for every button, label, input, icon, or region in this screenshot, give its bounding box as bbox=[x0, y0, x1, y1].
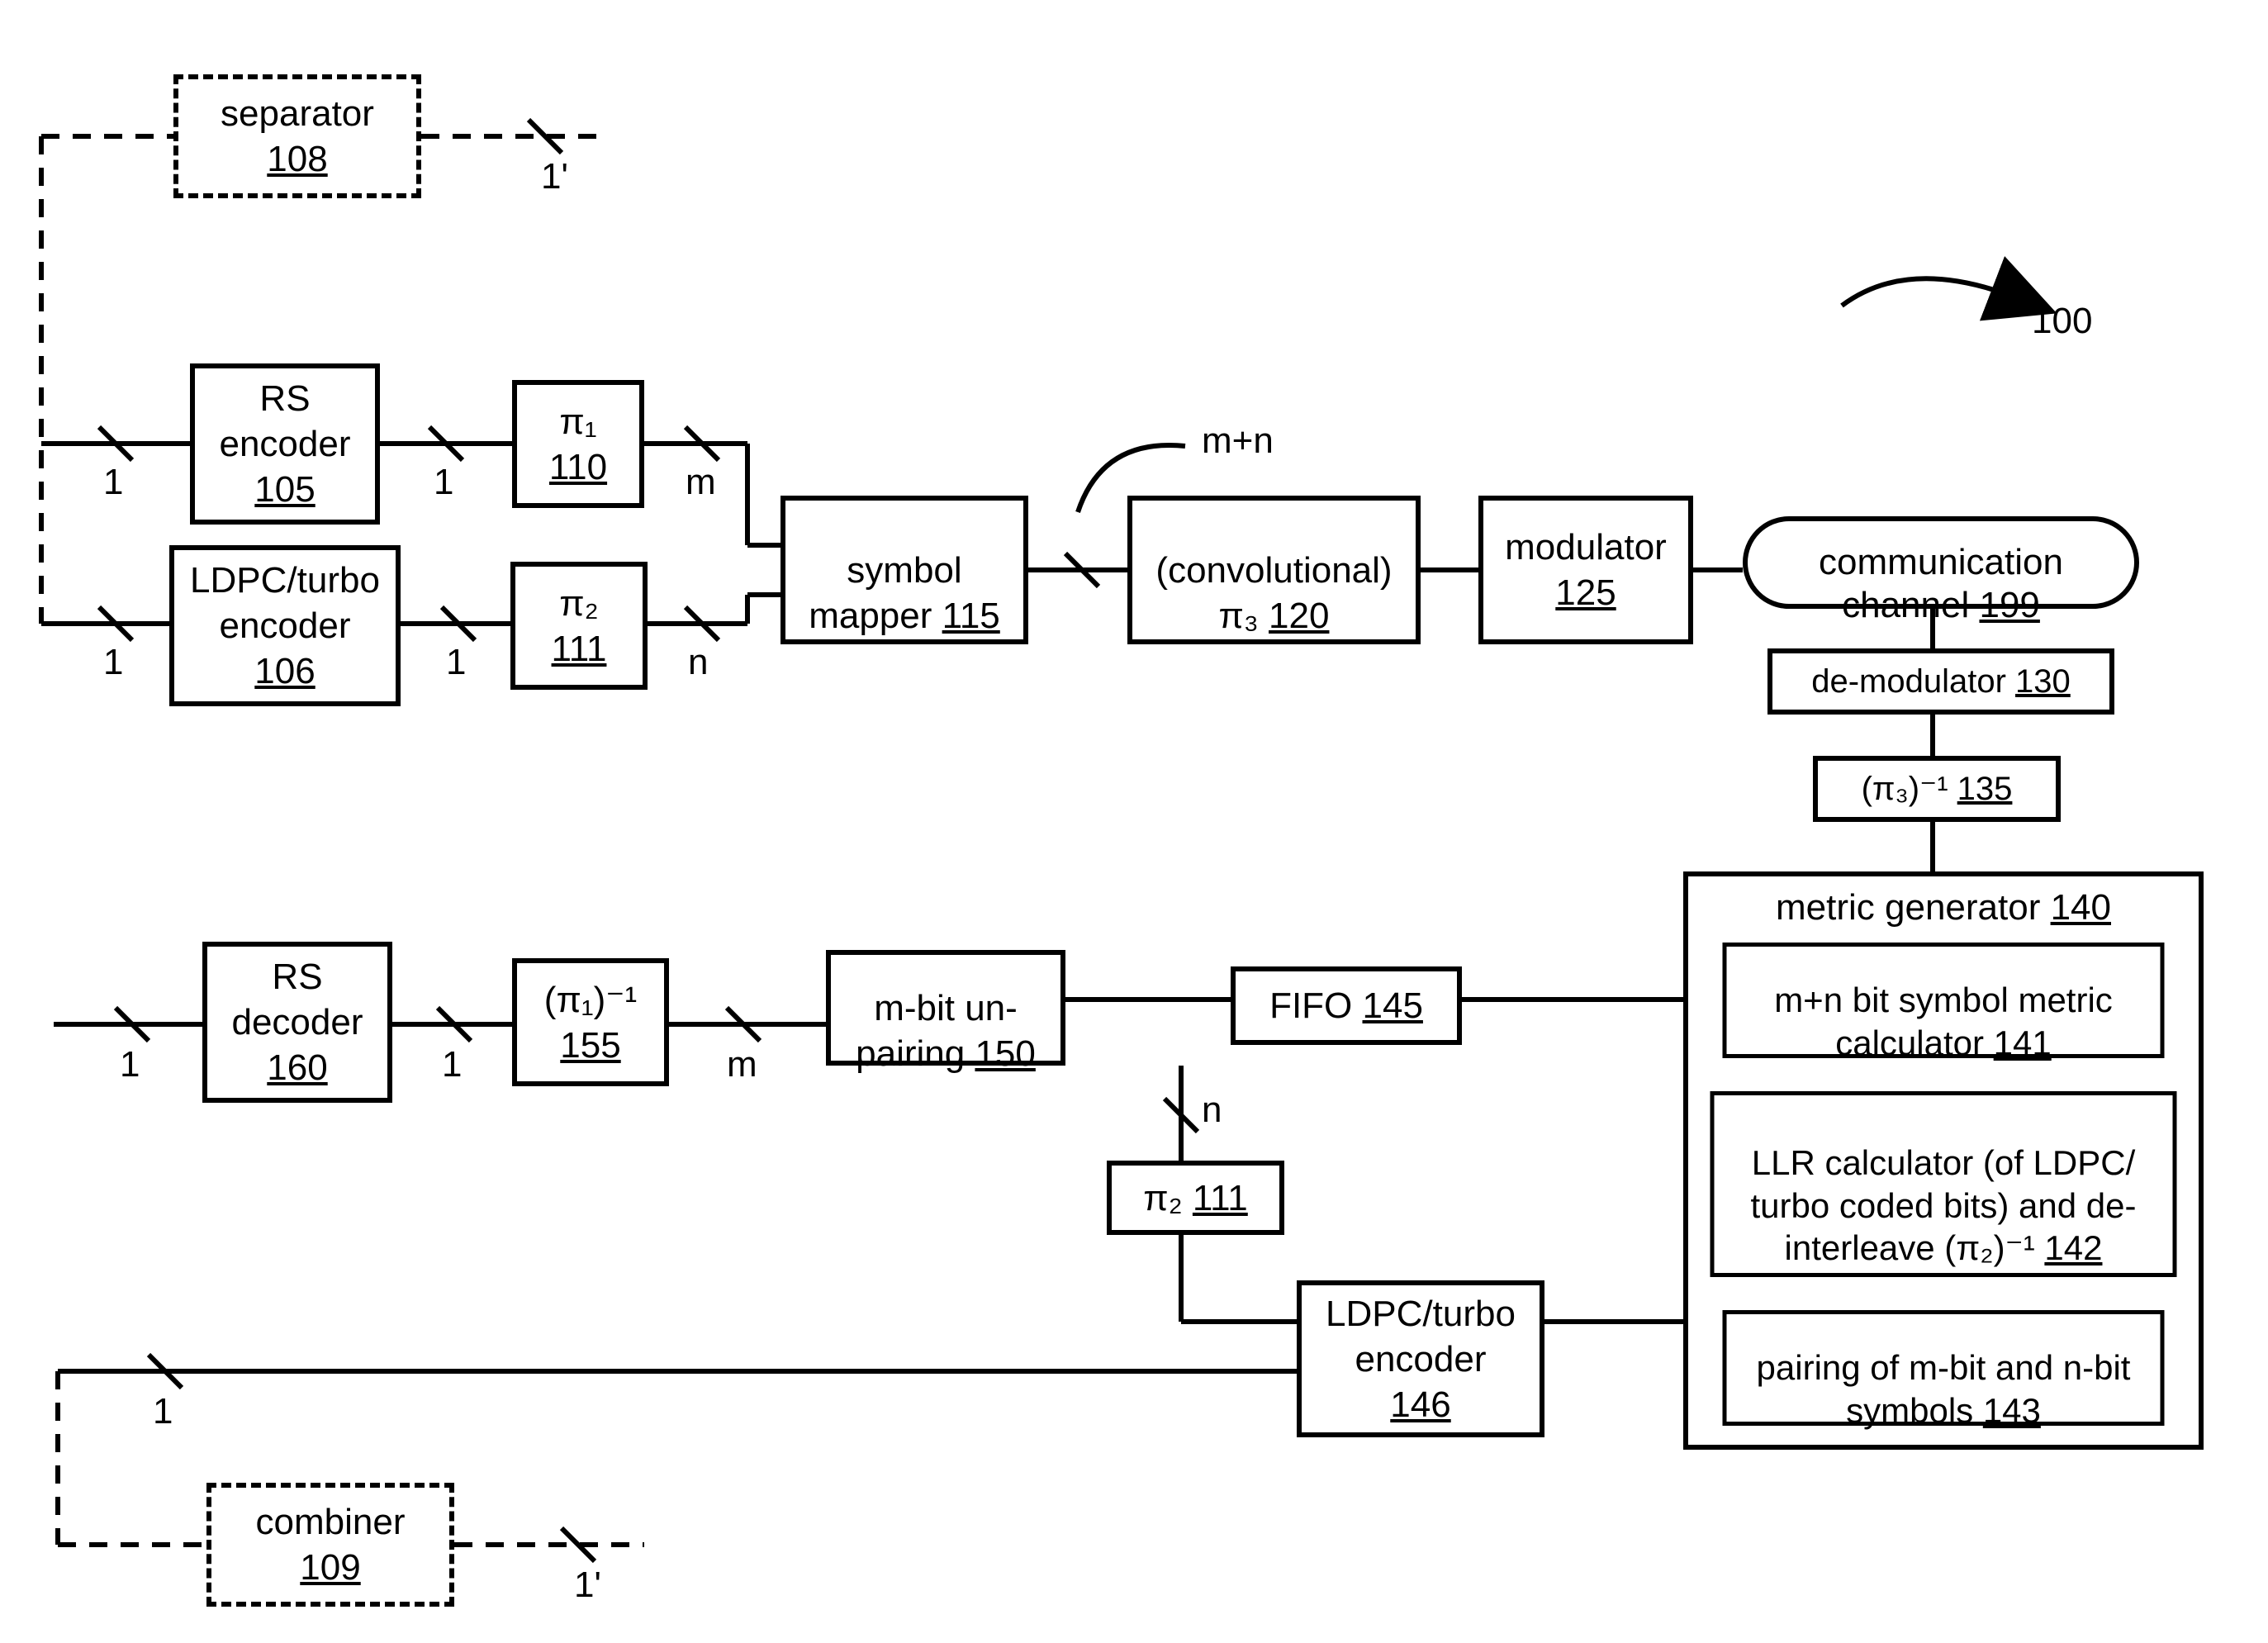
block-ref: 106 bbox=[254, 648, 315, 694]
block-label: communication channel 199 bbox=[1819, 497, 2063, 628]
block-label: (π₃)⁻¹ 135 bbox=[1862, 768, 2013, 810]
block-communication-channel: communication channel 199 bbox=[1743, 516, 2139, 609]
block-label: FIFO 145 bbox=[1269, 983, 1423, 1028]
slash-label: 1' bbox=[541, 157, 568, 197]
block-combiner: combiner 109 bbox=[206, 1483, 454, 1607]
block-ref: 160 bbox=[267, 1045, 327, 1090]
slash-label: 1 bbox=[442, 1045, 462, 1085]
block-ldpc-turbo-encoder-rx: LDPC/turbo encoder 146 bbox=[1297, 1280, 1544, 1437]
block-label: separator bbox=[221, 91, 374, 136]
slash-label: 1 bbox=[103, 643, 123, 682]
block-symbol-mapper: symbol mapper 115 bbox=[781, 496, 1028, 644]
block-pi2-tx: π₂ 111 bbox=[510, 562, 648, 690]
block-demodulator: de-modulator 130 bbox=[1767, 648, 2114, 715]
slash-label: 1 bbox=[434, 463, 453, 502]
block-ref: 111 bbox=[552, 626, 607, 672]
block-label: combiner bbox=[256, 1499, 406, 1545]
block-label: LDPC/turbo encoder bbox=[190, 558, 380, 648]
block-metric-generator: metric generator 140 m+n bit symbol metr… bbox=[1683, 871, 2204, 1450]
slash-label: 1 bbox=[103, 463, 123, 502]
block-modulator: modulator 125 bbox=[1478, 496, 1693, 644]
slash-label-mn: m+n bbox=[1202, 421, 1274, 461]
block-label: (π₁)⁻¹ bbox=[544, 977, 637, 1023]
block-ref: 109 bbox=[300, 1545, 360, 1590]
block-ref: 108 bbox=[267, 136, 327, 182]
slash-label: 1' bbox=[574, 1565, 601, 1605]
block-rs-decoder: RS decoder 160 bbox=[202, 942, 392, 1103]
block-pi1: π₁ 110 bbox=[512, 380, 644, 508]
slash-label: m bbox=[727, 1045, 757, 1085]
diagram-number: 100 bbox=[2032, 302, 2092, 341]
block-rs-encoder: RS encoder 105 bbox=[190, 363, 380, 525]
block-inv-pi1: (π₁)⁻¹ 155 bbox=[512, 958, 669, 1086]
slash-label: m bbox=[686, 463, 716, 502]
block-label: modulator bbox=[1505, 525, 1667, 570]
block-pi2-rx: π₂ 111 bbox=[1107, 1161, 1284, 1235]
block-llr-calculator: LLR calculator (of LDPC/ turbo coded bit… bbox=[1710, 1091, 2177, 1277]
block-label: LDPC/turbo encoder bbox=[1326, 1291, 1516, 1382]
block-label: π₁ bbox=[559, 399, 596, 444]
block-ref: 110 bbox=[549, 444, 607, 490]
block-diagram-canvas: 100 separator 108 1' RS encoder 105 1 1 … bbox=[0, 0, 2268, 1643]
block-ref: 155 bbox=[560, 1023, 620, 1068]
block-label: m-bit un- pairing 150 bbox=[856, 940, 1036, 1076]
slash-label: n bbox=[688, 643, 708, 682]
block-label: (convolutional) π₃ 120 bbox=[1155, 502, 1392, 639]
block-ref: 125 bbox=[1555, 570, 1616, 615]
metric-generator-title: metric generator 140 bbox=[1688, 885, 2199, 930]
block-label: π₂ 111 bbox=[1143, 1175, 1248, 1221]
block-pairing: pairing of m-bit and n-bit symbols 143 bbox=[1723, 1310, 2165, 1426]
block-label: RS encoder bbox=[219, 376, 350, 467]
slash-label: 1 bbox=[153, 1392, 173, 1432]
block-label: de-modulator 130 bbox=[1811, 661, 2071, 702]
block-symbol-metric-calc: m+n bit symbol metric calculator 141 bbox=[1723, 943, 2165, 1058]
block-separator: separator 108 bbox=[173, 74, 421, 198]
block-fifo: FIFO 145 bbox=[1231, 966, 1462, 1045]
block-label: π₂ bbox=[559, 581, 598, 626]
block-ref: 146 bbox=[1390, 1382, 1450, 1427]
slash-label: 1 bbox=[446, 643, 466, 682]
slash-label: 1 bbox=[120, 1045, 140, 1085]
slash-label: n bbox=[1202, 1090, 1222, 1130]
block-conv-pi3: (convolutional) π₃ 120 bbox=[1127, 496, 1421, 644]
block-ldpc-turbo-encoder-tx: LDPC/turbo encoder 106 bbox=[169, 545, 401, 706]
block-mbit-unpairing: m-bit un- pairing 150 bbox=[826, 950, 1065, 1066]
block-ref: 105 bbox=[254, 467, 315, 512]
block-inv-pi3: (π₃)⁻¹ 135 bbox=[1813, 756, 2061, 822]
block-label: RS decoder bbox=[231, 954, 363, 1045]
block-label: symbol mapper 115 bbox=[809, 502, 1000, 639]
